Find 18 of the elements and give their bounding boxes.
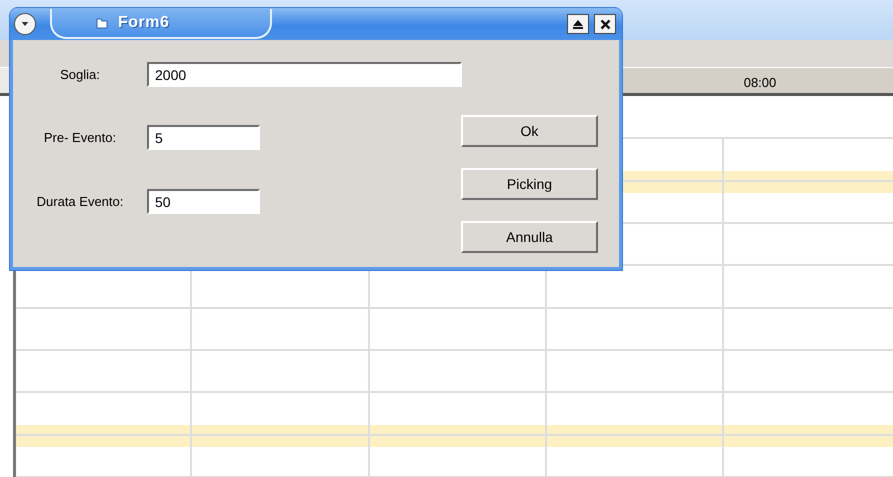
field-label: Pre- Evento: — [42, 130, 118, 145]
close-button[interactable] — [594, 14, 616, 34]
close-icon — [600, 18, 610, 30]
field-label: Durata Evento: — [36, 194, 124, 209]
folder-icon — [96, 17, 108, 29]
window-title: Form6 — [118, 14, 170, 32]
window-menu-button[interactable] — [14, 13, 36, 35]
caret-icon — [21, 20, 29, 28]
input-field[interactable]: 5 — [147, 125, 260, 150]
eject-button[interactable] — [567, 14, 589, 34]
dialog-button[interactable]: Annulla — [461, 221, 598, 253]
dialog-button[interactable]: Picking — [461, 168, 598, 200]
input-field[interactable]: 2000 — [147, 62, 462, 87]
time-column-header: 08:00 — [620, 68, 893, 93]
field-label: Soglia: — [59, 67, 101, 82]
eject-icon — [572, 18, 584, 30]
input-field[interactable]: 50 — [147, 189, 260, 214]
dialog-button[interactable]: Ok — [461, 115, 598, 147]
